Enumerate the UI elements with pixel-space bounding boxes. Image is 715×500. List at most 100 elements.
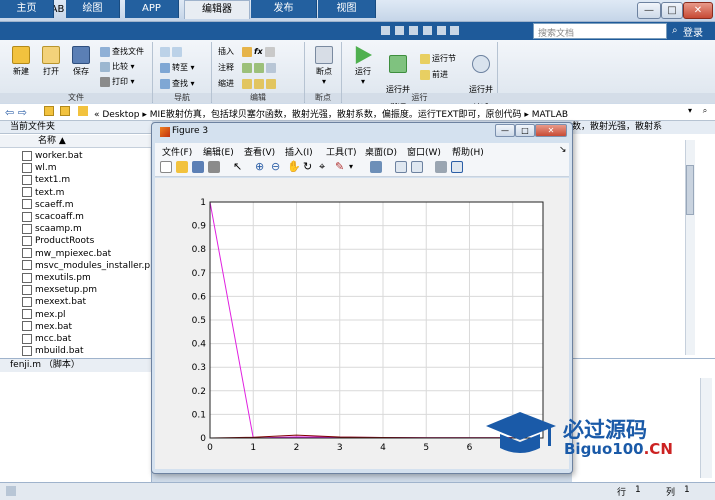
login-button[interactable]: 登录 <box>683 24 703 39</box>
file-list-item[interactable]: mcc.bat <box>0 333 152 345</box>
dropdown-icon[interactable]: ▾ <box>685 106 695 116</box>
forward-icon <box>172 46 182 57</box>
find-files-button[interactable]: 查找文件 <box>100 45 144 58</box>
legend-icon[interactable] <box>411 161 423 173</box>
data-cursor-icon[interactable]: ⌖ <box>319 161 331 173</box>
editor-scroll-thumb[interactable] <box>686 165 694 215</box>
maximize-button[interactable]: □ <box>661 2 683 19</box>
new-button[interactable]: 新建 <box>8 46 34 77</box>
save-figure-icon[interactable] <box>192 161 204 173</box>
row-value: 1 <box>635 485 641 495</box>
file-list-item[interactable]: ProductRoots <box>0 235 152 247</box>
new-figure-icon[interactable] <box>160 161 172 173</box>
status-icon <box>6 486 16 496</box>
pan-hand-icon[interactable]: ✋ <box>287 161 301 173</box>
save-button[interactable]: 保存 <box>68 46 94 77</box>
print-figure-icon[interactable] <box>208 161 220 173</box>
search-input[interactable]: 搜索文档 <box>533 23 667 39</box>
file-icon <box>22 199 32 210</box>
details-panel <box>0 372 152 482</box>
y-tick-label: 0.4 <box>192 340 207 350</box>
menubar-dock-icon[interactable]: ↘ <box>559 145 567 155</box>
indent-button[interactable]: 缩进 <box>218 77 234 90</box>
file-name: ProductRoots <box>35 236 95 247</box>
show-plot-tools-icon[interactable] <box>451 161 463 173</box>
tab-home[interactable]: 主页 <box>0 0 54 18</box>
find-button[interactable]: 查找 ▾ <box>160 77 195 90</box>
rotate-3d-icon[interactable]: ↻ <box>303 161 315 173</box>
file-name: scacoaff.m <box>35 212 84 222</box>
open-file-icon[interactable] <box>176 161 188 173</box>
insert-icons[interactable]: fx <box>242 45 277 58</box>
hide-plot-tools-icon[interactable] <box>435 161 447 173</box>
file-list-item[interactable]: mbuild.bat <box>0 345 152 357</box>
breakpoint-icon <box>315 46 333 64</box>
file-list-item[interactable]: mexutils.pm <box>0 272 152 284</box>
search-folder-icon[interactable]: ⌕ <box>700 106 710 116</box>
file-list-item[interactable]: worker.bat <box>0 150 152 162</box>
x-tick-label: 1 <box>250 443 256 453</box>
zoom-out-icon[interactable]: ⊖ <box>271 161 283 173</box>
tab-view[interactable]: 视图 <box>318 0 376 18</box>
back-forward-buttons[interactable] <box>160 45 184 58</box>
x-tick-label: 4 <box>380 443 386 453</box>
tab-plots[interactable]: 绘图 <box>66 0 120 18</box>
file-list-item[interactable]: mexsetup.pm <box>0 284 152 296</box>
tab-editor[interactable]: 编辑器 <box>184 0 250 19</box>
run-button[interactable]: 运行 ▾ <box>350 46 376 86</box>
group-label-breakpoints: 断点 <box>305 93 341 103</box>
advance-button[interactable]: 前进 <box>420 68 448 81</box>
link-plot-icon[interactable] <box>370 161 382 173</box>
close-button[interactable]: ✕ <box>683 2 713 19</box>
group-label-edit: 编辑 <box>212 93 304 103</box>
indent-icons[interactable] <box>242 77 278 90</box>
goto-button[interactable]: 转至 ▾ <box>160 61 195 74</box>
comment-button[interactable]: 注释 <box>218 61 234 74</box>
file-list-item[interactable]: mex.pl <box>0 309 152 321</box>
details-bar[interactable]: fenji.m （脚本） <box>0 358 152 372</box>
file-list-item[interactable]: mex.bat <box>0 321 152 333</box>
file-list-item[interactable]: mw_mpiexec.bat <box>0 248 152 260</box>
file-icon <box>22 345 32 356</box>
name-column-header[interactable]: 名称 ▲ <box>0 135 152 148</box>
breakpoints-button[interactable]: 断点 ▾ <box>310 46 338 86</box>
command-scrollbar[interactable] <box>700 378 712 478</box>
insert-button[interactable]: 插入 <box>218 45 234 58</box>
figure-minimize-button[interactable]: — <box>495 124 515 137</box>
file-list-item[interactable]: scacoaff.m <box>0 211 152 223</box>
search-icon[interactable]: ⌕ <box>672 25 683 36</box>
run-section-button[interactable]: 运行节 <box>420 52 456 65</box>
x-tick-label: 6 <box>467 443 473 453</box>
file-list-item[interactable]: scaeff.m <box>0 199 152 211</box>
minimize-button[interactable]: — <box>637 2 661 19</box>
file-list-item[interactable]: msvc_modules_installer.pm <box>0 260 152 272</box>
comment-icons[interactable] <box>242 61 278 74</box>
tab-apps[interactable]: APP <box>125 0 179 18</box>
y-tick-label: 0.7 <box>192 269 206 279</box>
tab-publish[interactable]: 发布 <box>251 0 317 18</box>
brush-dropdown-icon[interactable]: ▾ <box>349 161 361 173</box>
folder-up-icon[interactable] <box>44 106 54 116</box>
goto-icon <box>160 62 170 73</box>
brush-icon[interactable]: ✎ <box>335 161 347 173</box>
file-list-item[interactable]: text.m <box>0 187 152 199</box>
file-list-item[interactable]: wl.m <box>0 162 152 174</box>
figure-close-button[interactable]: ✕ <box>535 124 567 137</box>
figure-maximize-button[interactable]: □ <box>515 124 535 137</box>
folder-icon <box>42 46 60 64</box>
zoom-in-icon[interactable]: ⊕ <box>255 161 267 173</box>
file-name: msvc_modules_installer.pm <box>35 260 152 271</box>
colorbar-icon[interactable] <box>395 161 407 173</box>
current-path[interactable]: « Desktop ▸ MIE散射仿真，包括球贝塞尔函数，散射光强，散射系数，偏… <box>94 107 568 120</box>
file-list-item[interactable]: mexext.bat <box>0 296 152 308</box>
editor-tab[interactable]: 数，散射光强，散射系 <box>572 121 715 134</box>
nav-arrows-icon[interactable]: ⇦ ⇨ <box>5 106 27 119</box>
edit-plot-pointer-icon[interactable]: ↖ <box>233 161 245 173</box>
compare-button[interactable]: 比较 ▾ <box>100 60 135 73</box>
file-list-item[interactable]: text1.m <box>0 174 152 186</box>
browse-folder-icon[interactable] <box>60 106 70 116</box>
file-list-item[interactable]: scaamp.m <box>0 223 152 235</box>
open-button[interactable]: 打开 <box>38 46 64 77</box>
col-label: 列 <box>666 488 676 498</box>
print-button[interactable]: 打印 ▾ <box>100 75 135 88</box>
